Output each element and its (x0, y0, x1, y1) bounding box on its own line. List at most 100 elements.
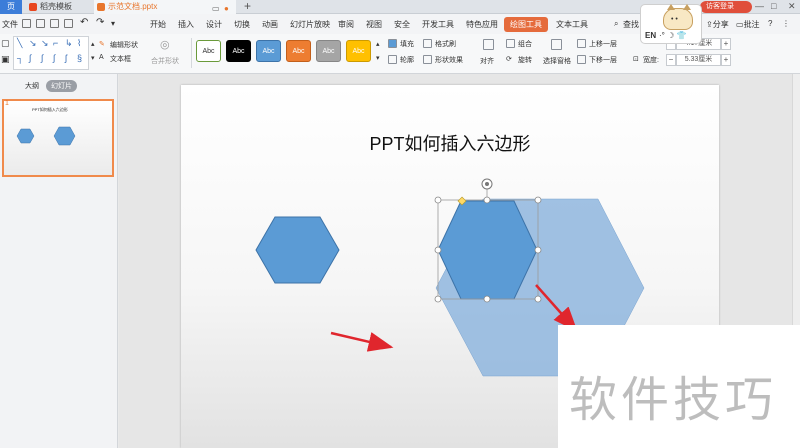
save-icon[interactable] (22, 19, 31, 28)
scribble-icon[interactable]: § (77, 53, 82, 63)
new-tab-button[interactable]: + (244, 0, 251, 13)
menu-file[interactable]: 文件 (2, 19, 18, 30)
menu-item-start[interactable]: 开始 (150, 19, 166, 30)
print-icon[interactable] (50, 19, 59, 28)
menu-item-animation[interactable]: 动画 (262, 19, 278, 30)
help-icon[interactable]: ? (768, 19, 772, 28)
resize-handle-ml[interactable] (434, 246, 442, 254)
ime-language-label[interactable]: EN (645, 31, 656, 40)
curve-connector-icon[interactable]: ⌇ (77, 38, 81, 49)
align-button[interactable]: 对齐 (480, 56, 494, 66)
text-box-button[interactable]: 文本框 (110, 54, 131, 64)
menu-item-security[interactable]: 安全 (394, 19, 410, 30)
height-increase-button[interactable]: + (721, 38, 731, 50)
resize-handle-bc[interactable] (483, 295, 491, 303)
shape-effect-button[interactable]: 形状效果 (435, 55, 463, 65)
curve-arrow-icon[interactable]: ∫ (41, 53, 43, 63)
resize-handle-tr[interactable] (534, 196, 542, 204)
menu-item-review[interactable]: 审阅 (338, 19, 354, 30)
ime-toolbar[interactable]: • • EN ·° ☽ 👕 (640, 4, 702, 44)
elbow-connector-icon[interactable]: ⌐ (53, 38, 58, 48)
resize-handle-br[interactable] (534, 295, 542, 303)
style-swatch-orange[interactable]: Abc (286, 40, 311, 62)
bring-forward-icon[interactable] (577, 39, 586, 48)
edit-shape-icon[interactable]: ✎ (99, 40, 105, 48)
maximize-button[interactable]: □ (771, 1, 776, 11)
shape-collapse-icon[interactable]: ▢ (1, 38, 10, 49)
share-button[interactable]: ⇪分享 (706, 19, 729, 30)
style-swatch-black[interactable]: Abc (226, 40, 251, 62)
menu-item-drawing-tools[interactable]: 绘图工具 (504, 17, 548, 32)
elbow-double-icon[interactable]: ┐ (17, 53, 23, 63)
send-backward-button[interactable]: 下移一层 (589, 55, 617, 65)
home-tab[interactable]: 页 (0, 0, 22, 14)
format-painter-button[interactable]: 格式刷 (435, 39, 456, 49)
undo-icon[interactable]: ↶ (80, 17, 88, 28)
align-icon[interactable] (483, 39, 494, 50)
hexagon-shape-left[interactable] (255, 216, 340, 284)
rotate-button[interactable]: 旋转 (518, 55, 532, 65)
comment-button[interactable]: ▭批注 (736, 19, 760, 30)
style-swatch-grey[interactable]: Abc (316, 40, 341, 62)
slide-thumbnail[interactable]: PPT如何插入六边形 (2, 99, 114, 177)
resize-handle-tl[interactable] (434, 196, 442, 204)
menu-item-design[interactable]: 设计 (206, 19, 222, 30)
combine-button[interactable]: 组合 (518, 39, 532, 49)
text-box-icon[interactable]: A (99, 54, 104, 61)
shape-expand-icon[interactable]: ▣ (1, 54, 10, 65)
resize-handle-mr[interactable] (534, 246, 542, 254)
edit-shape-button[interactable]: 编辑形状 (110, 40, 138, 50)
search-icon[interactable]: ⌕ (614, 19, 618, 29)
selection-pane-button[interactable]: 选择窗格 (543, 56, 571, 66)
elbow-arrow-icon[interactable]: ↳ (65, 38, 73, 49)
close-button[interactable]: ✕ (788, 1, 796, 12)
freeform-icon[interactable]: ʃ (65, 53, 67, 63)
resize-handle-tc[interactable] (483, 196, 491, 204)
visitor-login-button[interactable]: 访客登录 (700, 1, 752, 13)
line-shape-gallery[interactable]: ╲ ↘ ↘ ⌐ ↳ ⌇ ┐ ∫ ∫ ∫ ʃ § (13, 36, 89, 70)
menu-item-slideshow[interactable]: 幻灯片放映 (290, 19, 330, 30)
export-pdf-icon[interactable] (36, 19, 45, 28)
menu-item-features[interactable]: 特色应用 (466, 19, 498, 30)
redo-icon[interactable]: ↷ (96, 17, 104, 28)
curve-line-icon[interactable]: ∫ (29, 53, 31, 63)
dropdown-icon[interactable]: ▾ (111, 19, 115, 28)
gallery-down-icon[interactable]: ▾ (91, 54, 95, 62)
tab-document[interactable]: 示范文档.pptx ▭ ● (94, 0, 236, 14)
search-label[interactable]: 查找 (623, 19, 639, 30)
tab-template[interactable]: 稻壳模板 (26, 0, 92, 14)
rotate-icon[interactable]: ⟳ (506, 55, 512, 63)
style-swatch-gold[interactable]: Abc (346, 40, 371, 62)
resize-handle-bl[interactable] (434, 295, 442, 303)
style-up-icon[interactable]: ▴ (376, 40, 380, 48)
style-swatch-blue[interactable]: Abc (256, 40, 281, 62)
line-shape-icon[interactable]: ╲ (17, 38, 22, 49)
menu-item-view[interactable]: 视图 (366, 19, 382, 30)
bring-forward-button[interactable]: 上移一层 (589, 39, 617, 49)
menu-item-developer[interactable]: 开发工具 (422, 19, 454, 30)
send-backward-icon[interactable] (577, 55, 586, 64)
combine-icon[interactable] (506, 39, 515, 48)
curve-double-icon[interactable]: ∫ (53, 53, 55, 63)
arrow-line-icon[interactable]: ↘ (29, 38, 37, 49)
menu-item-insert[interactable]: 插入 (178, 19, 194, 30)
fill-icon[interactable] (388, 39, 397, 48)
width-decrease-button[interactable]: − (666, 54, 676, 66)
ime-icons[interactable]: ·° ☽ 👕 (659, 31, 686, 40)
fill-button[interactable]: 填充 (400, 39, 414, 49)
print-preview-icon[interactable] (64, 19, 73, 28)
style-swatch-white[interactable]: Abc (196, 40, 221, 62)
more-icon[interactable]: ⋮ (782, 19, 790, 28)
menu-item-transition[interactable]: 切换 (234, 19, 250, 30)
double-arrow-icon[interactable]: ↘ (41, 38, 49, 49)
outline-icon[interactable] (388, 55, 397, 64)
tab-outline[interactable]: 大纲 (20, 80, 44, 92)
selection-pane-icon[interactable] (551, 39, 562, 50)
lock-ratio-icon[interactable]: ⊡ (633, 55, 639, 63)
outline-button[interactable]: 轮廓 (400, 55, 414, 65)
width-input[interactable]: 5.33厘米 (676, 54, 721, 66)
width-increase-button[interactable]: + (721, 54, 731, 66)
format-painter-icon[interactable] (423, 39, 432, 48)
minimize-button[interactable]: — (755, 1, 764, 11)
menu-item-text-tools[interactable]: 文本工具 (556, 19, 588, 30)
